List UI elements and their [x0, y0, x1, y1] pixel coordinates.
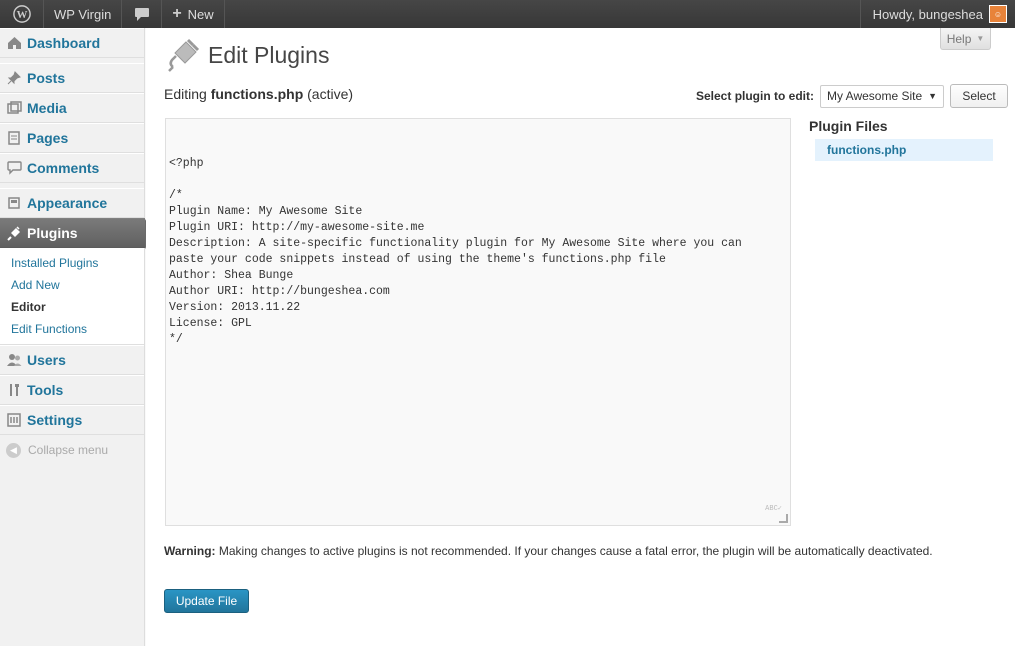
- sidebar-item-label: Users: [27, 352, 66, 368]
- warning-label: Warning:: [164, 544, 216, 558]
- sidebar-item-plugins[interactable]: Plugins: [0, 218, 154, 249]
- sidebar-item-dashboard[interactable]: Dashboard: [0, 28, 144, 58]
- main-content: Help ▼ Edit Plugins Editing functions.ph…: [146, 28, 1015, 646]
- editing-prefix: Editing: [164, 86, 207, 102]
- submenu-edit-functions[interactable]: Edit Functions: [0, 318, 144, 340]
- code-line: */: [169, 333, 183, 346]
- sidebar-item-label: Pages: [27, 130, 69, 146]
- collapse-menu-button[interactable]: ◀ Collapse menu: [0, 435, 144, 465]
- pages-icon: [6, 130, 22, 146]
- plug-icon: [6, 225, 22, 241]
- code-line: /*: [169, 189, 183, 202]
- dashboard-icon: [6, 35, 22, 51]
- sidebar-item-label: Media: [27, 100, 67, 116]
- submenu-add-new[interactable]: Add New: [0, 274, 144, 296]
- settings-icon: [6, 412, 22, 428]
- paintbrush-icon: [6, 195, 22, 211]
- editing-file-name: functions.php: [210, 86, 304, 102]
- sidebar-item-posts[interactable]: Posts: [0, 63, 144, 93]
- editing-file-label: Editing functions.php (active): [164, 86, 353, 102]
- user-account-menu[interactable]: Howdy, bungeshea ☺: [859, 0, 1015, 28]
- code-line: <?php: [169, 157, 204, 170]
- media-icon: [6, 100, 22, 116]
- sidebar-item-label: Posts: [27, 70, 66, 86]
- plugin-select-value: My Awesome Site: [827, 89, 923, 103]
- help-button[interactable]: Help ▼: [940, 28, 991, 50]
- plugin-file-item[interactable]: functions.php: [815, 139, 993, 161]
- sidebar-item-settings[interactable]: Settings: [0, 405, 144, 435]
- submenu-editor[interactable]: Editor: [0, 296, 144, 318]
- tools-icon: [6, 382, 22, 398]
- code-line: Plugin URI: http://my-awesome-site.me: [169, 221, 425, 234]
- code-line: paste your code snippets instead of usin…: [169, 253, 666, 266]
- sidebar-item-tools[interactable]: Tools: [0, 375, 144, 405]
- admin-bar: W WP Virgin + New Howdy, bungeshea ☺: [0, 0, 1015, 28]
- sidebar-item-users[interactable]: Users: [0, 345, 144, 375]
- plugin-select-area: Select plugin to edit: My Awesome Site ▼…: [696, 84, 1009, 108]
- collapse-menu-label: Collapse menu: [28, 443, 109, 457]
- page-header: Edit Plugins: [166, 38, 329, 72]
- sidebar-item-appearance[interactable]: Appearance: [0, 188, 144, 218]
- code-line: License: GPL: [169, 317, 252, 330]
- sidebar-item-media[interactable]: Media: [0, 93, 144, 123]
- wordpress-logo-button[interactable]: W: [0, 0, 44, 28]
- comment-icon: [6, 160, 22, 176]
- plus-icon: +: [172, 5, 182, 22]
- editing-status: (active): [307, 86, 354, 102]
- help-label: Help: [946, 31, 972, 46]
- wordpress-logo-icon: W: [12, 5, 31, 23]
- sidebar-item-label: Appearance: [27, 195, 108, 211]
- collapse-arrow-icon: ◀: [6, 442, 21, 458]
- svg-text:W: W: [16, 9, 27, 21]
- select-plugin-label: Select plugin to edit:: [696, 89, 815, 103]
- plugin-files-heading: Plugin Files: [809, 118, 888, 134]
- admin-sidebar: Dashboard Posts Media Pages Comments App…: [0, 28, 154, 646]
- comment-bubble-icon: [134, 7, 149, 21]
- sidebar-item-comments[interactable]: Comments: [0, 153, 144, 183]
- warning-message: Warning: Making changes to active plugin…: [164, 544, 933, 558]
- page-title: Edit Plugins: [208, 41, 330, 68]
- site-name-link[interactable]: WP Virgin: [44, 0, 123, 28]
- sidebar-item-label: Settings: [27, 412, 83, 428]
- user-greeting: Howdy, bungeshea: [872, 6, 983, 22]
- resize-handle[interactable]: [779, 514, 788, 523]
- plugin-select-dropdown[interactable]: My Awesome Site ▼: [820, 84, 945, 108]
- sidebar-item-label: Comments: [27, 160, 100, 176]
- sidebar-item-label: Dashboard: [27, 35, 101, 51]
- code-line: Version: 2013.11.22: [169, 301, 301, 314]
- sidebar-item-label: Plugins: [27, 225, 78, 241]
- submenu-installed-plugins[interactable]: Installed Plugins: [0, 252, 144, 274]
- update-file-button[interactable]: Update File: [164, 589, 249, 613]
- code-line: Plugin Name: My Awesome Site: [169, 205, 363, 218]
- users-icon: [6, 352, 22, 368]
- select-plugin-button[interactable]: Select: [950, 84, 1009, 108]
- code-line: Description: A site-specific functionali…: [169, 237, 742, 250]
- new-label: New: [187, 6, 214, 22]
- code-line: Author: Shea Bunge: [169, 269, 294, 282]
- pin-icon: [6, 70, 22, 86]
- comments-button[interactable]: [122, 0, 163, 28]
- warning-text: Making changes to active plugins is not …: [218, 544, 933, 558]
- avatar: ☺: [989, 5, 1007, 23]
- code-editor-textarea[interactable]: <?php /* Plugin Name: My Awesome Site Plugi…: [165, 118, 791, 526]
- dropdown-arrow-icon: ▼: [928, 91, 938, 101]
- plugins-submenu: Installed Plugins Add New Editor Edit Fu…: [0, 248, 144, 345]
- chevron-down-icon: ▼: [976, 34, 985, 43]
- plugins-header-icon: [168, 38, 200, 72]
- sidebar-item-label: Tools: [27, 382, 64, 398]
- sidebar-item-pages[interactable]: Pages: [0, 123, 144, 153]
- code-line: Author URI: http://bungeshea.com: [169, 285, 390, 298]
- new-content-button[interactable]: + New: [162, 0, 225, 28]
